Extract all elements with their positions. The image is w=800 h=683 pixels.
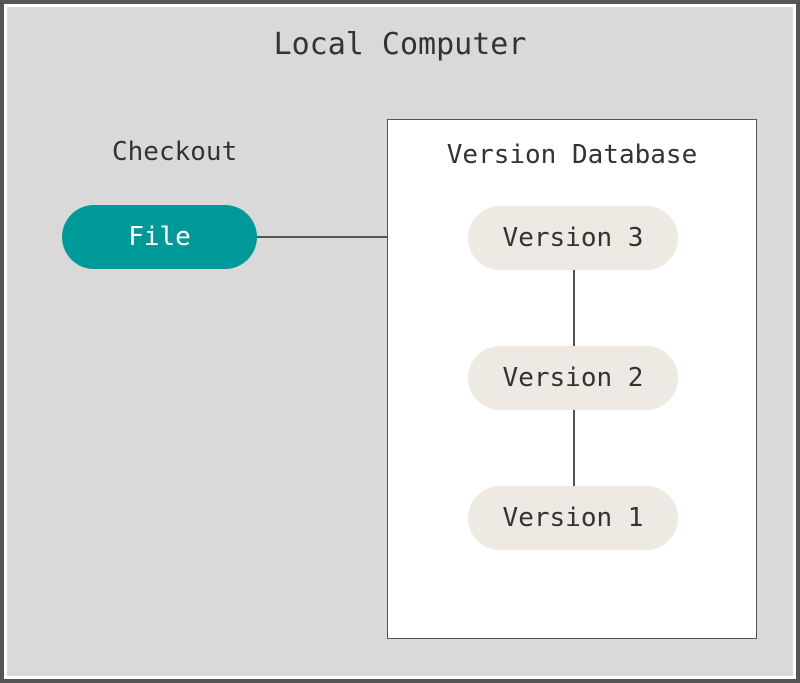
connector-v3-to-v2 (573, 270, 575, 346)
connector-v2-to-v1 (573, 410, 575, 486)
local-computer-container: Local Computer Checkout File Version Dat… (7, 7, 793, 676)
version-1-label: Version 1 (503, 503, 644, 533)
version-3-label: Version 3 (503, 223, 644, 253)
version-database-box: Version Database Version 3 Version 2 Ver… (387, 119, 757, 639)
container-title: Local Computer (7, 27, 793, 62)
file-node: File (62, 205, 257, 269)
local-computer-frame: Local Computer Checkout File Version Dat… (0, 0, 800, 683)
file-node-label: File (128, 222, 191, 252)
checkout-label: Checkout (112, 137, 237, 167)
version-2-label: Version 2 (503, 363, 644, 393)
version-3-node: Version 3 (468, 206, 678, 270)
version-1-node: Version 1 (468, 486, 678, 550)
version-2-node: Version 2 (468, 346, 678, 410)
version-database-title: Version Database (388, 140, 756, 170)
